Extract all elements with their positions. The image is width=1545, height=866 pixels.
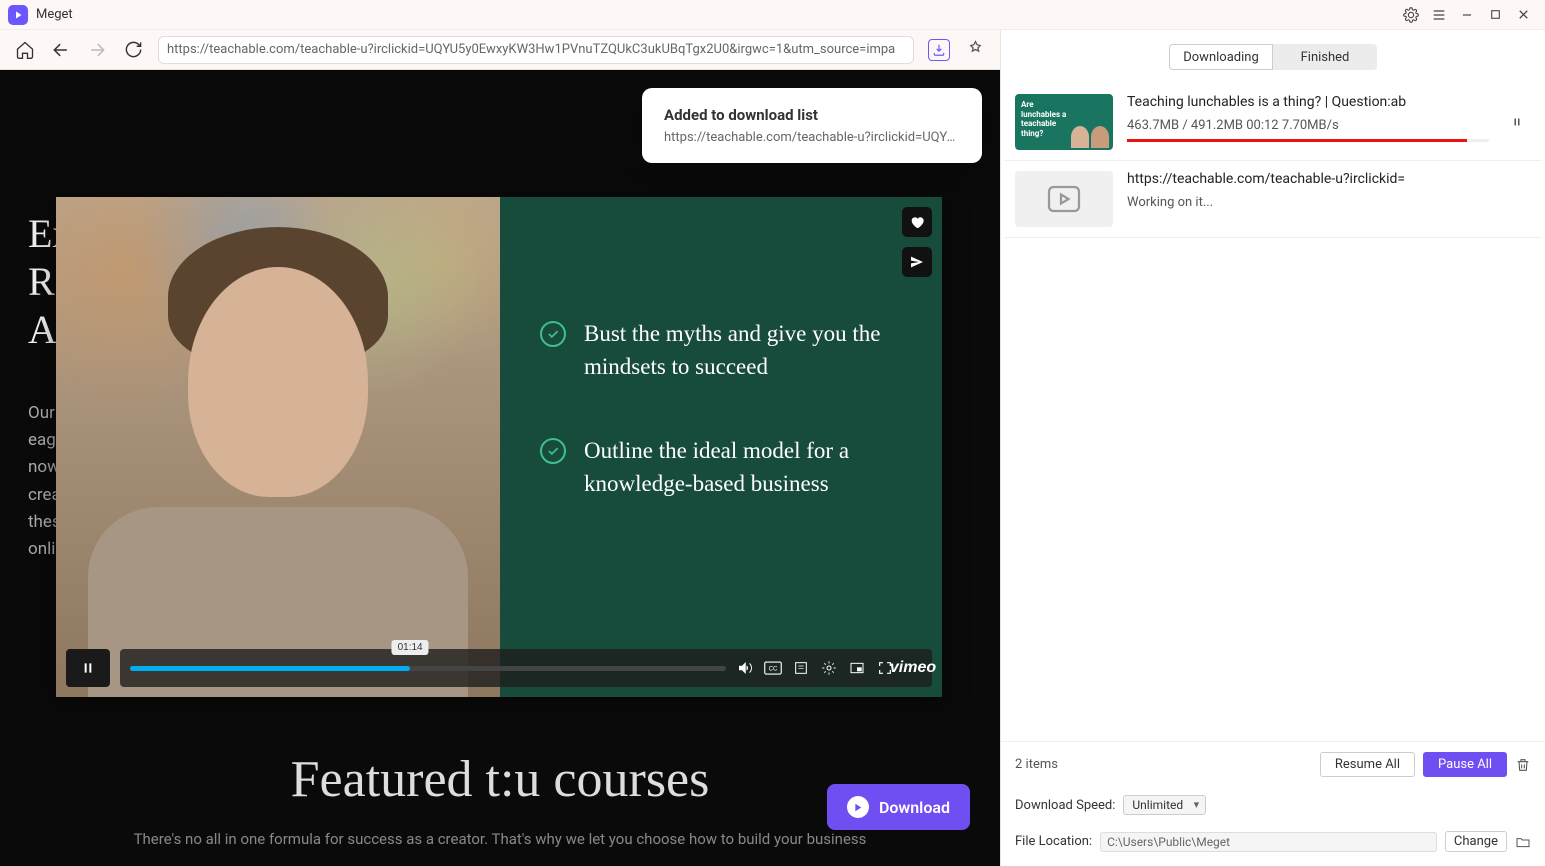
download-info: Teaching lunchables is a thing? | Questi… [1127,94,1489,150]
toast-title: Added to download list [664,106,960,124]
download-item[interactable]: Are lunchables a teachable thing? Teachi… [1005,84,1541,161]
toast-added-download: Added to download list https://teachable… [642,88,982,163]
download-icon [847,796,869,818]
download-meta: 463.7MB / 491.2MB 00:12 7.70MB/s [1127,118,1489,133]
back-icon[interactable] [50,39,72,61]
speed-select[interactable]: Unlimited [1123,795,1206,815]
video-player: Bust the myths and give you the mindsets… [56,197,942,697]
check-icon [540,321,566,347]
video-controls: 01:14 CC vimeo [66,649,932,687]
speed-row: Download Speed: Unlimited [1001,787,1545,823]
check-icon [540,438,566,464]
browser-toolbar: https://teachable.com/teachable-u?irclic… [0,30,1000,70]
video-frame[interactable] [56,197,500,697]
download-meta: Working on it... [1127,195,1531,210]
open-folder-icon[interactable] [1515,834,1531,850]
pause-all-button[interactable]: Pause All [1423,752,1507,777]
share-icon[interactable] [902,247,932,277]
forward-icon[interactable] [86,39,108,61]
speed-label: Download Speed: [1015,798,1115,813]
app-icon [8,5,28,25]
minimize-button[interactable] [1453,1,1481,29]
download-button[interactable]: Download [827,784,970,830]
download-progress [1127,139,1489,142]
download-summary: 2 items Resume All Pause All [1001,741,1545,787]
tab-downloading[interactable]: Downloading [1169,44,1273,70]
download-tray-icon[interactable] [928,39,950,61]
titlebar: Meget [0,0,1545,30]
change-location-button[interactable]: Change [1445,831,1507,852]
hamburger-menu-icon[interactable] [1425,1,1453,29]
download-title: https://teachable.com/teachable-u?irclic… [1127,171,1531,187]
svg-text:CC: CC [769,666,778,672]
download-item[interactable]: https://teachable.com/teachable-u?irclic… [1005,161,1541,238]
download-thumbnail [1015,171,1113,227]
download-thumbnail: Are lunchables a teachable thing? [1015,94,1113,150]
toast-url: https://teachable.com/teachable-u?irclic… [664,130,960,145]
close-button[interactable] [1509,1,1537,29]
download-title: Teaching lunchables is a thing? | Questi… [1127,94,1489,110]
location-label: File Location: [1015,834,1092,849]
progress-bar-container: 01:14 CC vimeo [120,649,932,687]
bullet-text: Bust the myths and give you the mindsets… [584,317,902,384]
progress-track[interactable]: 01:14 [130,666,726,671]
download-list: Are lunchables a teachable thing? Teachi… [1001,84,1545,741]
downloads-panel: Downloading Finished Are lunchables a te… [1000,30,1545,866]
location-input[interactable]: C:\Users\Public\Meget [1100,832,1437,852]
time-bubble: 01:14 [392,640,429,655]
pause-item-icon[interactable] [1503,94,1531,150]
cc-icon[interactable]: CC [764,659,782,677]
tab-finished[interactable]: Finished [1273,44,1377,70]
progress-fill [130,666,410,671]
app-title: Meget [36,7,73,22]
item-count: 2 items [1015,757,1312,772]
resume-all-button[interactable]: Resume All [1320,752,1415,777]
download-info: https://teachable.com/teachable-u?irclic… [1127,171,1531,227]
delete-all-icon[interactable] [1515,757,1531,773]
download-label: Download [879,798,950,817]
volume-icon[interactable] [736,659,754,677]
video-info-panel: Bust the myths and give you the mindsets… [500,197,942,697]
vimeo-logo[interactable]: vimeo [904,659,922,677]
webpage-content: Ex Re Ac Our eage now crea thes onli Fea… [0,70,1000,866]
featured-subline: There's no all in one formula for succes… [0,830,1000,848]
location-row: File Location: C:\Users\Public\Meget Cha… [1001,823,1545,866]
side-tabs: Downloading Finished [1001,30,1545,84]
url-input[interactable]: https://teachable.com/teachable-u?irclic… [158,36,914,64]
theme-icon[interactable] [964,39,986,61]
reload-icon[interactable] [122,39,144,61]
browser-pane: https://teachable.com/teachable-u?irclic… [0,30,1000,866]
pause-button[interactable] [66,649,110,687]
heart-icon[interactable] [902,207,932,237]
settings-gear-icon[interactable] [1397,1,1425,29]
pip-icon[interactable] [848,659,866,677]
transcript-icon[interactable] [792,659,810,677]
settings-icon[interactable] [820,659,838,677]
bullet-text: Outline the ideal model for a knowledge-… [584,434,902,501]
maximize-button[interactable] [1481,1,1509,29]
home-icon[interactable] [14,39,36,61]
